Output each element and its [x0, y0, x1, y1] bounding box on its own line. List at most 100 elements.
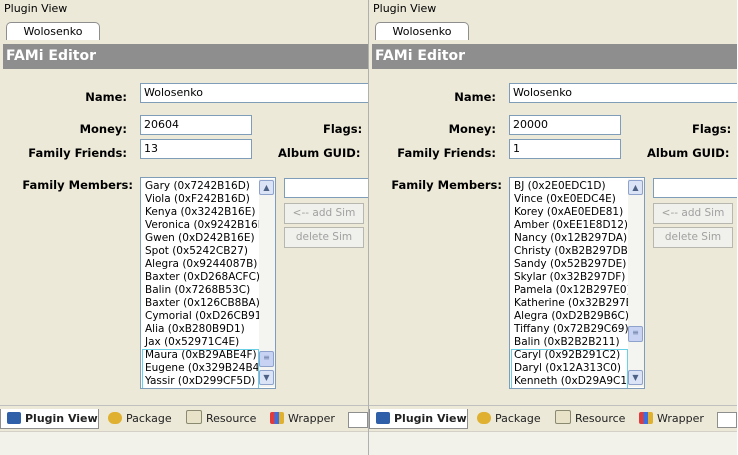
- selection-highlight: [511, 349, 628, 388]
- window-titlebar: Plugin View: [0, 0, 368, 19]
- list-item[interactable]: Alia (0xB280B9D1): [143, 323, 258, 336]
- fami-editor-panel: FAMi Editor Name: Wolosenko Money: 20000…: [369, 40, 737, 405]
- list-item[interactable]: Balin (0xB2B2B211): [512, 336, 627, 349]
- delete-sim-button[interactable]: delete Sim: [284, 227, 364, 248]
- list-item[interactable]: Sandy (0x52B297DE): [512, 258, 627, 271]
- tab-plugin-view-label: Plugin View: [394, 412, 467, 425]
- list-item[interactable]: Veronica (0x9242B16E): [143, 219, 268, 232]
- tab-resource[interactable]: Resource: [549, 409, 625, 429]
- plugin-view-icon: [376, 412, 390, 424]
- money-field[interactable]: 20000: [509, 115, 621, 135]
- list-item[interactable]: Amber (0xEE1E8D12): [512, 219, 628, 232]
- list-item[interactable]: Christy (0xB2B297DB): [512, 245, 632, 258]
- flags-label: Flags:: [692, 122, 732, 136]
- window-titlebar: Plugin View: [369, 0, 737, 19]
- selection-highlight: [142, 349, 259, 388]
- list-item[interactable]: Cymorial (0xD26CB917): [143, 310, 272, 323]
- list-item[interactable]: Baxter (0xD268ACFC): [143, 271, 260, 284]
- family-friends-label: Family Friends:: [28, 146, 127, 160]
- family-members-label: Family Members:: [391, 178, 502, 192]
- tab-package-label: Package: [495, 412, 541, 425]
- scroll-down-icon[interactable]: ▼: [259, 370, 274, 385]
- bottom-tab-bar: Plugin View Package Resource Wrapper: [369, 405, 737, 455]
- list-item[interactable]: Viola (0xF242B16D): [143, 193, 258, 206]
- add-sim-button[interactable]: <-- add Sim: [284, 203, 364, 224]
- plugin-view-pane-right: Plugin View Wolosenko FAMi Editor Name: …: [369, 0, 737, 455]
- family-members-list[interactable]: BJ (0x2E0EDC1D) Vince (0xE0EDC4E) Korey (0…: [509, 177, 645, 389]
- list-item[interactable]: Baxter (0x126CB8BA): [143, 297, 260, 310]
- list-item[interactable]: Spot (0x5242CB27): [143, 245, 258, 258]
- tab-resource-label: Resource: [575, 412, 626, 425]
- tab-more[interactable]: [717, 412, 737, 428]
- list-item[interactable]: Jax (0x52971C4E): [143, 336, 258, 349]
- tab-plugin-view-label: Plugin View: [25, 412, 98, 425]
- album-guid-label: Album GUID:: [647, 146, 730, 160]
- editor-title: FAMi Editor: [372, 44, 737, 69]
- money-label: Money:: [448, 122, 496, 136]
- window-title: Plugin View: [4, 2, 68, 15]
- name-label: Name:: [454, 90, 496, 104]
- list-item[interactable]: Korey (0xAE0EDE81): [512, 206, 627, 219]
- money-field[interactable]: 20604: [140, 115, 252, 135]
- editor-title-text: FAMi Editor: [375, 48, 465, 64]
- list-item[interactable]: Katherine (0x32B297E1: [512, 297, 639, 310]
- list-item[interactable]: Nancy (0x12B297DA): [512, 232, 627, 245]
- tab-wrapper[interactable]: Wrapper: [264, 409, 335, 429]
- tab-wrapper[interactable]: Wrapper: [633, 409, 704, 429]
- tab-plugin-view[interactable]: Plugin View: [0, 409, 99, 429]
- list-item[interactable]: Gary (0x7242B16D): [143, 180, 258, 193]
- status-bar: [369, 431, 737, 455]
- scroll-thumb[interactable]: ≡: [628, 326, 643, 342]
- album-guid-label: Album GUID:: [278, 146, 361, 160]
- tab-more[interactable]: [348, 412, 368, 428]
- delete-sim-button[interactable]: delete Sim: [653, 227, 733, 248]
- status-bar: [0, 431, 368, 455]
- list-scrollbar[interactable]: ▲ ≡ ▼: [259, 179, 275, 387]
- family-members-list[interactable]: Gary (0x7242B16D) Viola (0xF242B16D) Kenya…: [140, 177, 276, 389]
- scroll-thumb[interactable]: ≡: [259, 351, 274, 367]
- family-friends-label: Family Friends:: [397, 146, 496, 160]
- tab-plugin-view[interactable]: Plugin View: [369, 409, 468, 429]
- list-item[interactable]: Alegra (0x9244087B): [143, 258, 258, 271]
- resource-icon: [555, 410, 571, 424]
- list-item[interactable]: Balin (0x7268B53C): [143, 284, 258, 297]
- scroll-up-icon[interactable]: ▲: [259, 180, 274, 195]
- name-field[interactable]: Wolosenko: [509, 83, 737, 103]
- window-title: Plugin View: [373, 2, 437, 15]
- add-sim-button[interactable]: <-- add Sim: [653, 203, 733, 224]
- list-item[interactable]: Skylar (0x32B297DF): [512, 271, 627, 284]
- document-tab[interactable]: Wolosenko: [375, 22, 469, 41]
- bottom-tab-bar: Plugin View Package Resource Wrapper: [0, 405, 368, 455]
- list-item[interactable]: Vince (0xE0EDC4E): [512, 193, 627, 206]
- editor-title: FAMi Editor: [3, 44, 368, 69]
- fami-editor-panel: FAMi Editor Name: Wolosenko Money: 20604…: [0, 40, 368, 405]
- tab-package-label: Package: [126, 412, 172, 425]
- family-friends-field[interactable]: 1: [509, 139, 621, 159]
- document-tab-strip: Wolosenko: [369, 18, 737, 41]
- name-field[interactable]: Wolosenko: [140, 83, 368, 103]
- list-scrollbar[interactable]: ▲ ≡ ▼: [628, 179, 644, 387]
- name-label: Name:: [85, 90, 127, 104]
- wrapper-icon: [270, 412, 284, 424]
- plugin-view-icon: [7, 412, 21, 424]
- list-item[interactable]: Tiffany (0x72B29C69): [512, 323, 629, 336]
- family-friends-field[interactable]: 13: [140, 139, 252, 159]
- editor-title-text: FAMi Editor: [6, 48, 96, 64]
- resource-icon: [186, 410, 202, 424]
- package-icon: [108, 412, 122, 424]
- scroll-down-icon[interactable]: ▼: [628, 370, 643, 385]
- tab-package[interactable]: Package: [102, 409, 172, 429]
- sim-id-input[interactable]: [653, 178, 737, 198]
- scroll-up-icon[interactable]: ▲: [628, 180, 643, 195]
- document-tab[interactable]: Wolosenko: [6, 22, 100, 41]
- list-item[interactable]: BJ (0x2E0EDC1D): [512, 180, 627, 193]
- tab-wrapper-label: Wrapper: [657, 412, 704, 425]
- list-item[interactable]: Kenya (0x3242B16E): [143, 206, 258, 219]
- sim-id-input[interactable]: [284, 178, 368, 198]
- money-label: Money:: [79, 122, 127, 136]
- tab-package[interactable]: Package: [471, 409, 541, 429]
- list-item[interactable]: Pamela (0x12B297E0): [512, 284, 631, 297]
- list-item[interactable]: Alegra (0xD2B29B6C): [512, 310, 629, 323]
- tab-resource[interactable]: Resource: [180, 409, 256, 429]
- list-item[interactable]: Gwen (0xD242B16E): [143, 232, 258, 245]
